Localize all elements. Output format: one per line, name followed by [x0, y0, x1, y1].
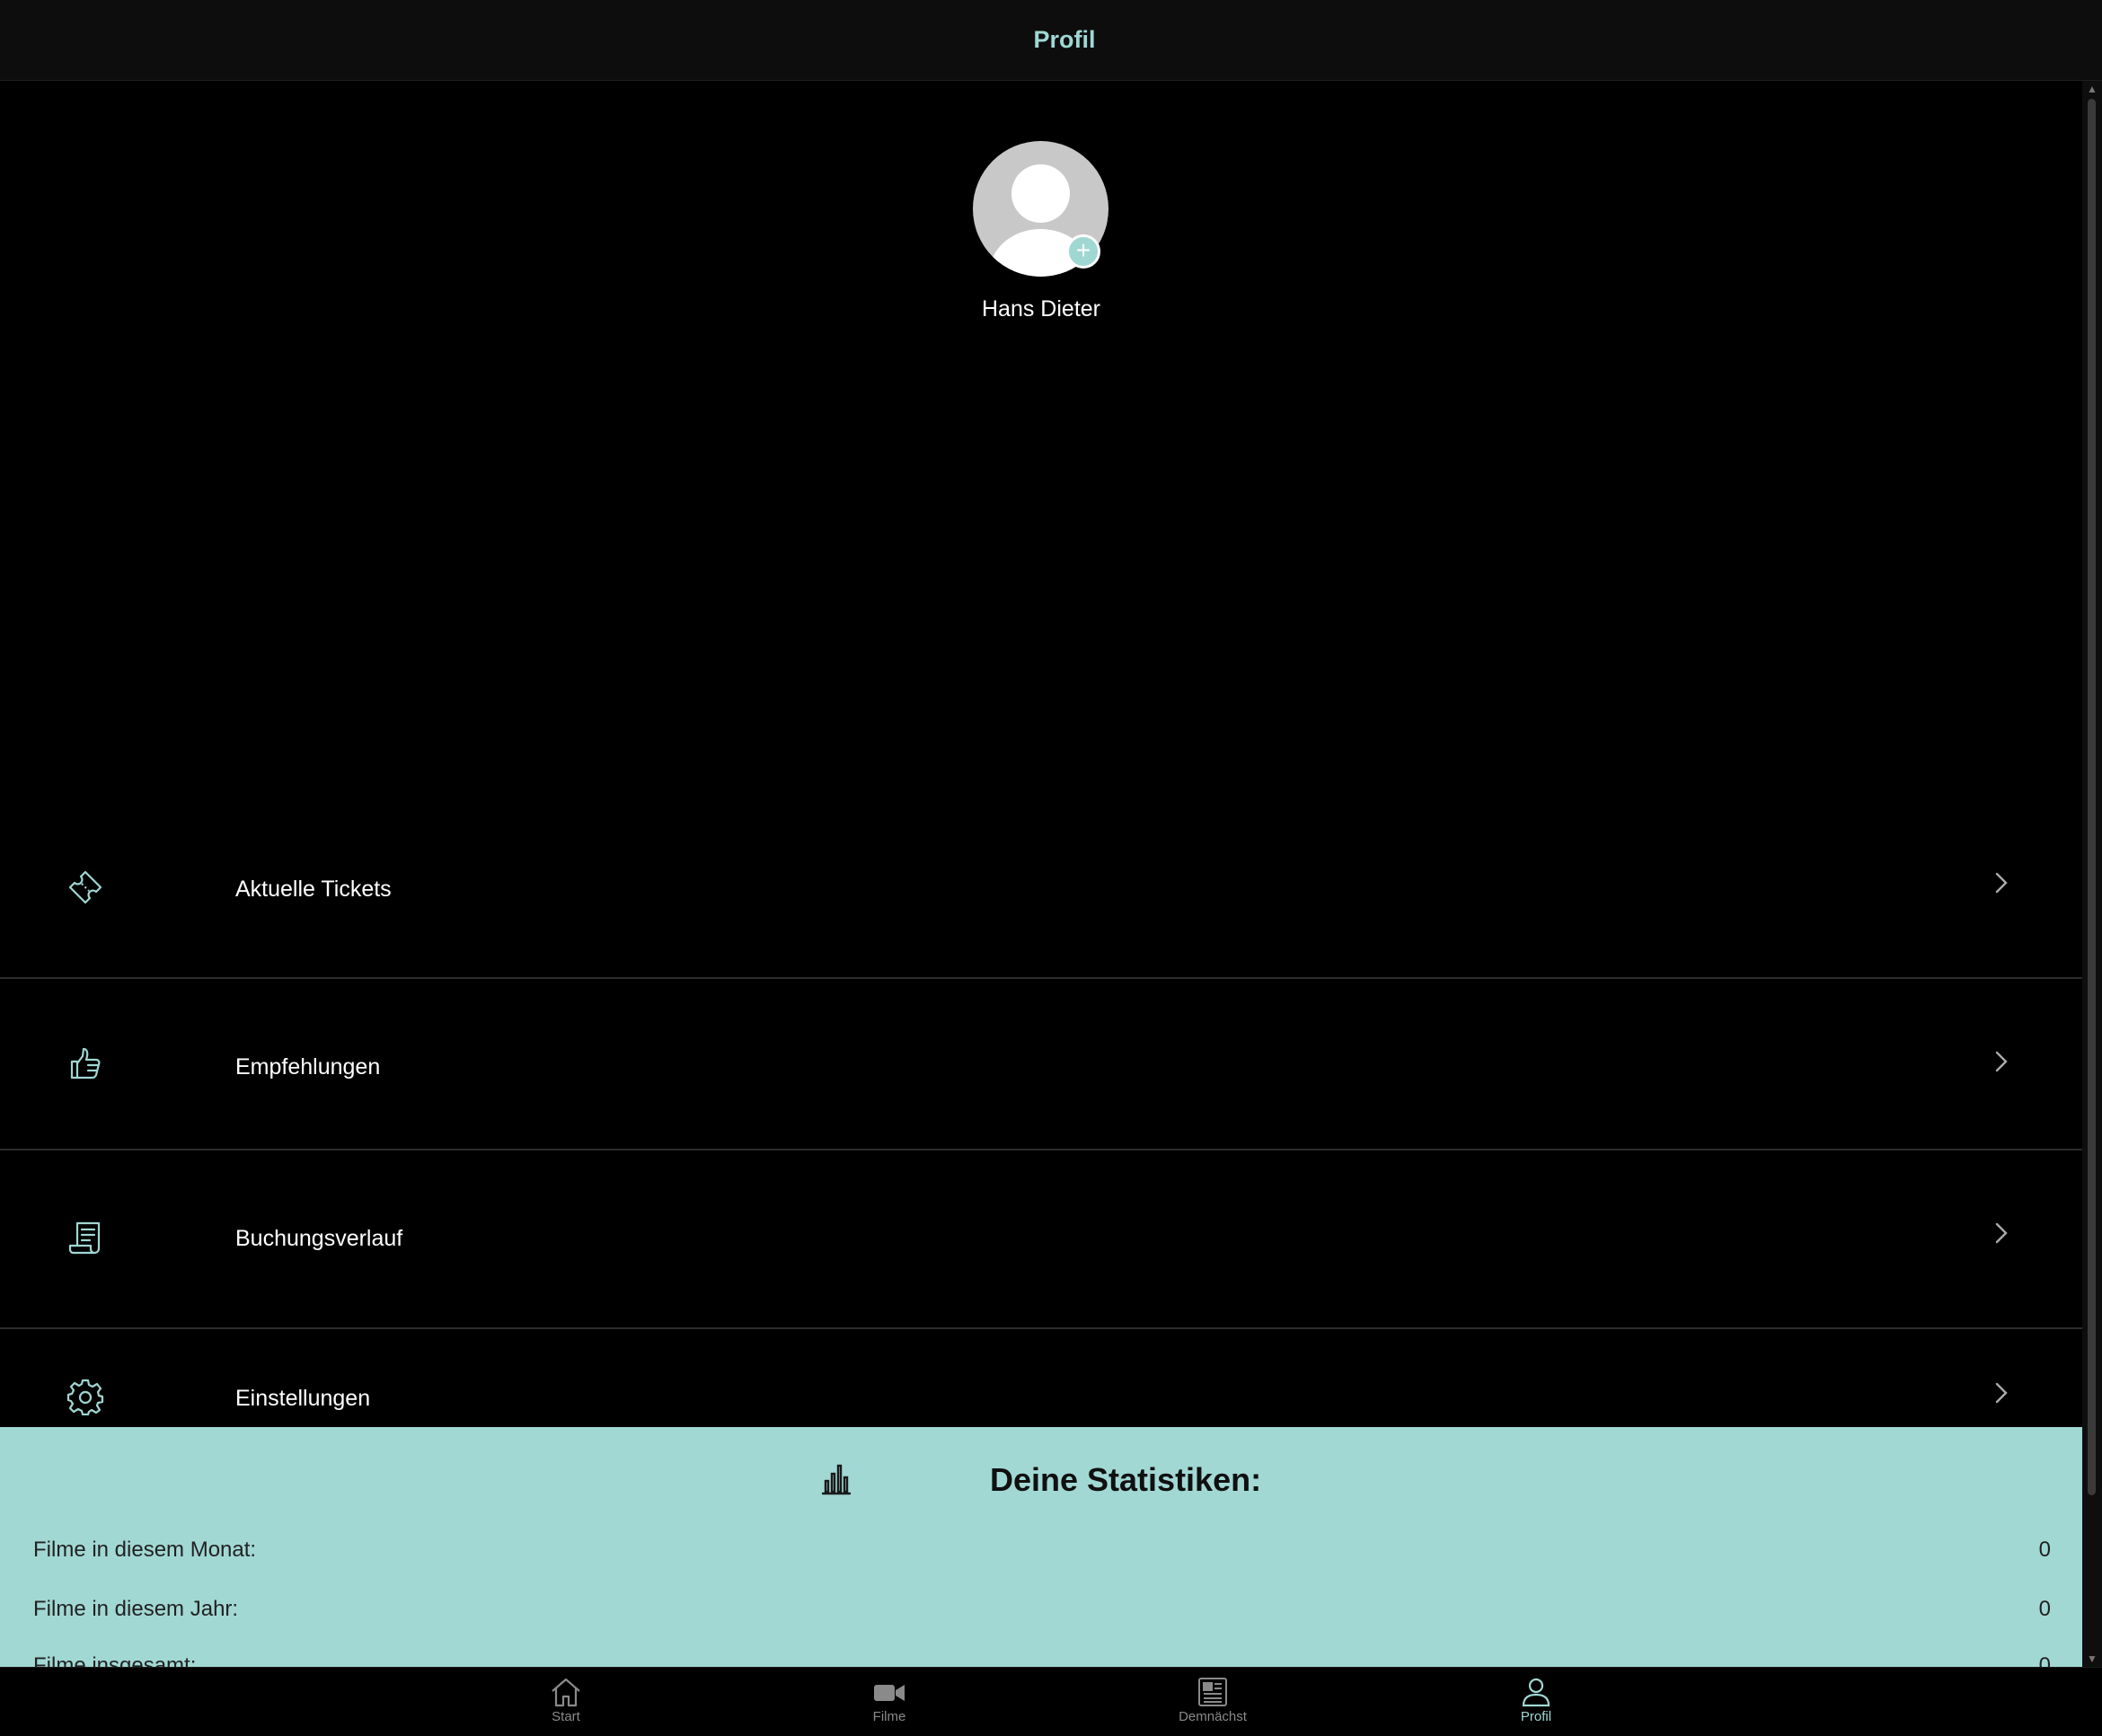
scroll-up-arrow[interactable]: ▲ [2082, 81, 2102, 97]
stat-value-total: 0 [2038, 1653, 2051, 1667]
person-icon [1522, 1678, 1550, 1707]
stat-label-month: Filme in diesem Monat: [33, 1538, 257, 1562]
chevron-right-icon [1995, 1051, 2008, 1072]
menu-label-booking-history: Buchungsverlauf [235, 1226, 403, 1251]
vertical-scrollbar[interactable]: ▲ ▼ [2082, 81, 2102, 1667]
stat-value-year: 0 [2038, 1597, 2051, 1621]
tab-filme[interactable]: Filme [835, 1668, 943, 1736]
statistics-panel: Deine Statistiken: Filme in diesem Monat… [0, 1427, 2082, 1667]
video-icon [874, 1685, 905, 1701]
user-name: Hans Dieter [982, 296, 1100, 322]
stat-value-month: 0 [2038, 1538, 2051, 1562]
gear-icon [66, 1379, 104, 1415]
bottom-tab-bar: Start Filme Demnächst Profil [0, 1667, 2102, 1736]
thumbs-up-icon [70, 1047, 101, 1079]
home-icon [552, 1678, 580, 1707]
bar-chart-icon [821, 1464, 852, 1495]
menu-item-booking-history[interactable]: Buchungsverlauf [0, 1150, 2082, 1329]
scroll-down-arrow[interactable]: ▼ [2082, 1651, 2102, 1667]
tab-label-start: Start [552, 1709, 580, 1724]
top-bar: Profil [0, 0, 2102, 81]
profile-content: + Hans Dieter Aktuelle Tickets Empfehlun… [0, 81, 2082, 1667]
page-title: Profil [1033, 26, 1096, 53]
tab-demnaechst[interactable]: Demnächst [1159, 1668, 1267, 1736]
menu-item-tickets[interactable]: Aktuelle Tickets [0, 808, 2082, 979]
tab-profil[interactable]: Profil [1482, 1668, 1590, 1736]
newspaper-icon [1198, 1678, 1227, 1706]
tab-label-demnaechst: Demnächst [1179, 1709, 1247, 1724]
tab-label-filme: Filme [872, 1709, 906, 1724]
menu-label-recommendations: Empfehlungen [235, 1054, 381, 1079]
menu-item-recommendations[interactable]: Empfehlungen [0, 979, 2082, 1150]
chevron-right-icon [1995, 1382, 2008, 1404]
menu-item-settings[interactable]: Einstellungen [0, 1329, 2082, 1427]
stat-label-year: Filme in diesem Jahr: [33, 1597, 239, 1621]
statistics-title: Deine Statistiken: [990, 1461, 1262, 1498]
ticket-icon [68, 870, 102, 904]
scroll-thumb[interactable] [2088, 99, 2096, 1495]
chevron-right-icon [1995, 872, 2008, 894]
menu-label-settings: Einstellungen [235, 1386, 371, 1411]
receipt-icon [68, 1221, 101, 1255]
tab-label-profil: Profil [1520, 1709, 1552, 1724]
avatar[interactable]: + [973, 141, 1108, 277]
add-photo-icon[interactable]: + [1066, 234, 1100, 269]
menu-label-tickets: Aktuelle Tickets [235, 877, 392, 902]
stat-label-total: Filme insgesamt: [33, 1653, 197, 1667]
chevron-right-icon [1995, 1222, 2008, 1244]
tab-start[interactable]: Start [512, 1668, 620, 1736]
